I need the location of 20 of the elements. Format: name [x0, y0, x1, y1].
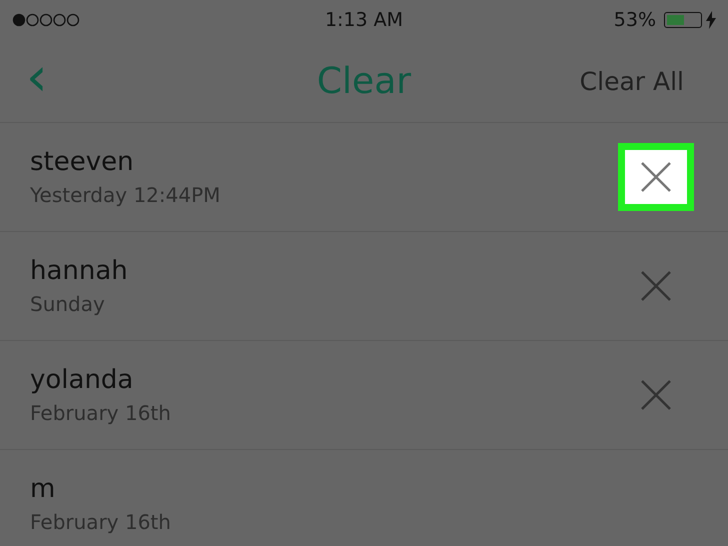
screen-title: Clear: [316, 60, 412, 102]
battery-icon: [664, 12, 702, 28]
clear-all-button[interactable]: Clear All: [580, 66, 684, 96]
contact-name: hannah: [30, 256, 128, 286]
charging-icon: [706, 11, 716, 29]
close-icon: [640, 379, 672, 411]
contact-time: February 16th: [30, 510, 171, 534]
contact-time: February 16th: [30, 401, 171, 425]
contact-name: steeven: [30, 147, 135, 177]
battery-percent: 53%: [614, 9, 656, 31]
status-time: 1:13 AM: [324, 9, 404, 31]
contact-name: m: [30, 474, 56, 504]
signal-icon: [12, 13, 80, 27]
back-button[interactable]: ‹: [26, 50, 48, 112]
close-icon: [640, 161, 672, 193]
contact-time: Yesterday 12:44PM: [30, 183, 220, 207]
contact-time: Sunday: [30, 292, 106, 316]
close-icon: [640, 270, 672, 302]
contact-name: yolanda: [30, 365, 134, 395]
clear-button[interactable]: [618, 143, 694, 211]
